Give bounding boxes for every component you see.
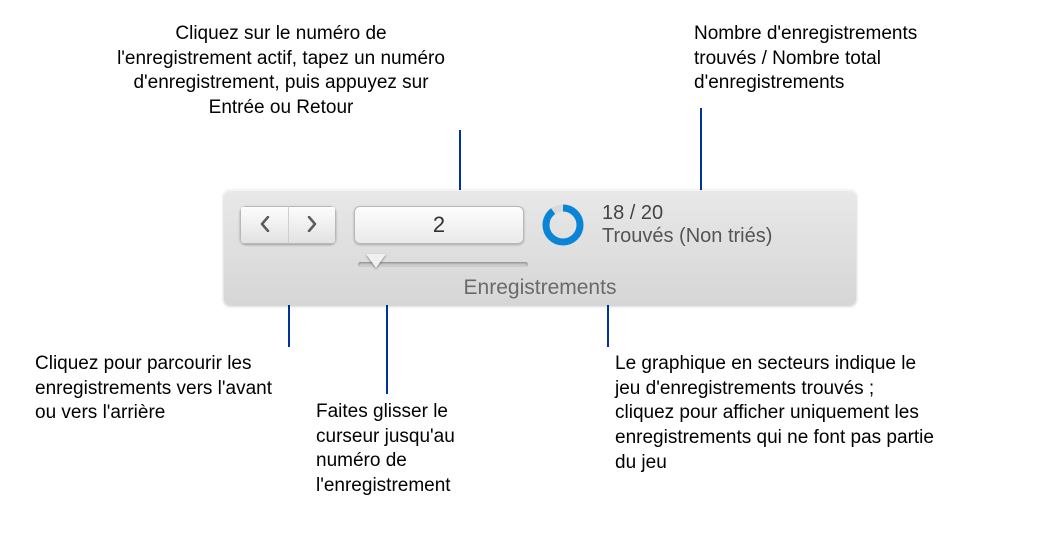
toolbar-row: 18 / 20 Trouvés (Non triés)	[240, 202, 840, 248]
annotation-pie: Le graphique en secteurs indique le jeu …	[615, 352, 935, 475]
slider-thumb-icon	[366, 254, 386, 268]
chevron-right-icon	[306, 212, 318, 238]
annotation-record-number: Cliquez sur le numéro de l'enregistremen…	[116, 22, 446, 121]
found-set-pie-button[interactable]	[542, 204, 584, 246]
annotation-found-total: Nombre d'enregistrements trouvés / Nombr…	[694, 22, 954, 96]
annotation-nav-buttons: Cliquez pour parcourir les enregistremen…	[35, 352, 295, 426]
record-navigation-toolbar: 18 / 20 Trouvés (Non triés) Enregistreme…	[224, 190, 856, 305]
annotation-slider: Faites glisser le curseur jusqu'au numér…	[316, 400, 516, 499]
section-label: Enregistrements	[240, 276, 840, 300]
next-record-button[interactable]	[288, 206, 336, 244]
record-slider[interactable]	[358, 254, 528, 274]
found-count-text: 18 / 20	[602, 202, 772, 225]
nav-button-group	[240, 206, 336, 244]
found-status-text: Trouvés (Non triés)	[602, 225, 772, 248]
record-number-input[interactable]	[354, 206, 524, 244]
pie-chart-icon	[542, 204, 584, 246]
leader-line	[700, 108, 702, 200]
chevron-left-icon	[259, 212, 271, 238]
found-info: 18 / 20 Trouvés (Non triés)	[602, 202, 772, 248]
prev-record-button[interactable]	[240, 206, 288, 244]
